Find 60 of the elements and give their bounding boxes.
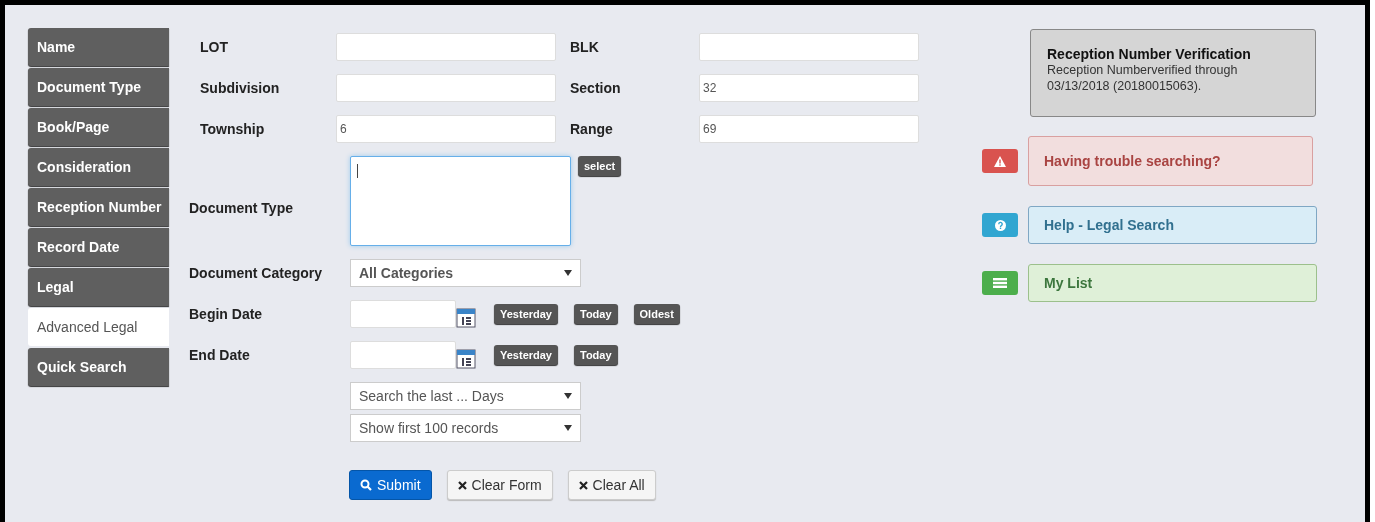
caret-icon: [564, 270, 572, 276]
sidebar-tab[interactable]: Quick Search: [28, 348, 169, 386]
help-link[interactable]: My List: [1028, 264, 1317, 302]
caret-icon: [564, 425, 572, 431]
sidebar-tab[interactable]: Book/Page: [28, 108, 169, 146]
clear-button[interactable]: Clear All: [567, 470, 656, 500]
field-label: End Date: [189, 345, 251, 365]
dropdown-select[interactable]: All Categories: [350, 259, 581, 287]
link-icon-badge[interactable]: [982, 213, 1018, 237]
submit-button[interactable]: Submit: [349, 470, 432, 500]
help-icon: [994, 219, 1006, 231]
sidebar-tab[interactable]: Consideration: [28, 148, 169, 186]
link-icon-badge[interactable]: [982, 271, 1018, 295]
date-shortcut-button[interactable]: Today: [574, 345, 618, 365]
text-input[interactable]: 32: [699, 74, 919, 102]
select-button[interactable]: select: [578, 156, 622, 176]
verification-title: Reception Number Verification: [1047, 46, 1252, 62]
text-cursor: [357, 164, 358, 178]
warning-icon: [994, 155, 1006, 167]
field-label: Document Type: [189, 199, 294, 218]
sidebar-tab[interactable]: Document Type: [28, 68, 169, 106]
link-icon-badge[interactable]: [982, 149, 1018, 173]
calendar-icon[interactable]: [456, 308, 476, 328]
caret-icon: [564, 393, 572, 399]
list-icon: [993, 278, 1007, 288]
close-icon: [457, 480, 467, 490]
text-input[interactable]: 69: [699, 115, 919, 143]
field-label: Subdivision: [199, 78, 281, 98]
field-label: Township: [199, 119, 266, 139]
sidebar-tab[interactable]: Record Date: [28, 228, 169, 266]
date-shortcut-button[interactable]: Today: [574, 304, 618, 324]
field-label: Section: [569, 78, 622, 98]
field-label: Begin Date: [189, 304, 264, 324]
search-icon: [360, 479, 372, 491]
help-link[interactable]: Help - Legal Search: [1028, 206, 1317, 244]
sidebar-tab[interactable]: Reception Number: [28, 188, 169, 226]
sidebar-tab[interactable]: Legal: [28, 268, 169, 306]
date-shortcut-button[interactable]: Yesterday: [494, 304, 558, 324]
text-input[interactable]: 6: [336, 115, 556, 143]
text-input[interactable]: [336, 33, 556, 61]
calendar-icon[interactable]: [456, 349, 476, 369]
dropdown-select[interactable]: Search the last ... Days: [350, 382, 581, 410]
date-shortcut-button[interactable]: Yesterday: [494, 345, 558, 365]
document-type-textarea[interactable]: [350, 156, 571, 246]
field-label: BLK: [569, 37, 600, 57]
help-link[interactable]: Having trouble searching?: [1028, 136, 1313, 186]
sidebar-tab[interactable]: Name: [28, 28, 169, 66]
date-input[interactable]: [350, 341, 456, 369]
field-label: Range: [569, 119, 614, 139]
text-input[interactable]: [699, 33, 919, 61]
date-input[interactable]: [350, 300, 456, 328]
close-icon: [578, 480, 588, 490]
date-shortcut-button[interactable]: Oldest: [633, 304, 680, 324]
sidebar-tab[interactable]: Advanced Legal: [28, 308, 169, 346]
text-input[interactable]: [336, 74, 556, 102]
clear-button[interactable]: Clear Form: [446, 470, 553, 500]
field-label: Document Category: [189, 263, 324, 283]
verification-text: Reception Numberverified through 03/13/2018 (20180015063).: [1047, 62, 1239, 94]
field-label: LOT: [199, 37, 229, 57]
dropdown-select[interactable]: Show first 100 records: [350, 414, 581, 442]
